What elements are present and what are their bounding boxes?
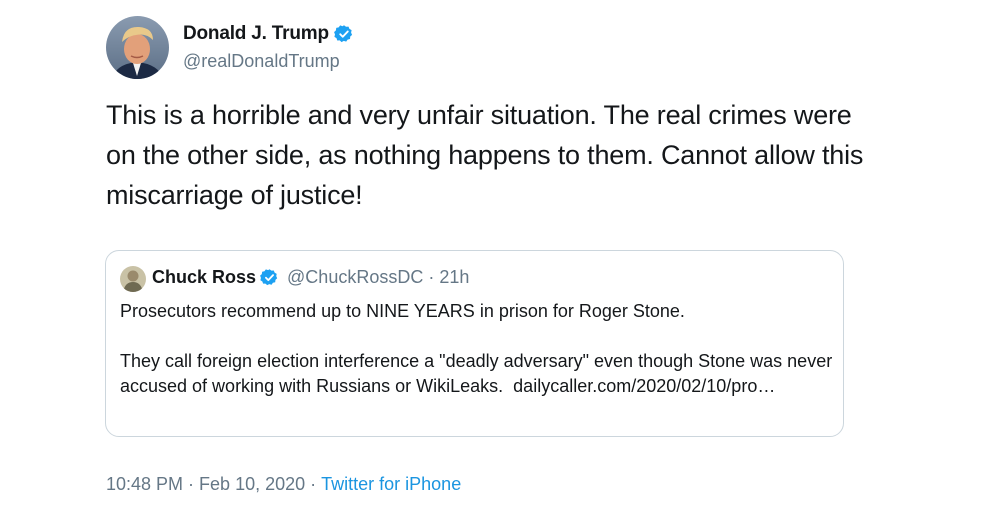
profile-photo-icon bbox=[120, 266, 146, 292]
quoted-link[interactable]: dailycaller.com/2020/02/10/pro… bbox=[513, 376, 775, 396]
verified-badge-icon bbox=[333, 25, 352, 43]
author-handle[interactable]: @realDonaldTrump bbox=[183, 51, 340, 72]
verified-badge-icon bbox=[260, 269, 278, 286]
quoted-paragraph-2: They call foreign election interference … bbox=[120, 349, 835, 399]
quoted-display-name[interactable]: Chuck Ross bbox=[152, 267, 256, 288]
meta-separator: · bbox=[310, 474, 317, 494]
quoted-paragraph-1: Prosecutors recommend up to NINE YEARS i… bbox=[120, 301, 685, 321]
author-display-name[interactable]: Donald J. Trump bbox=[183, 23, 329, 45]
profile-photo-icon bbox=[106, 16, 169, 79]
tweet-card: Donald J. Trump @realDonaldTrump This is… bbox=[0, 0, 1003, 518]
quoted-handle[interactable]: @ChuckRossDC bbox=[287, 267, 423, 288]
quoted-text: Prosecutors recommend up to NINE YEARS i… bbox=[120, 299, 835, 399]
tweet-source-link[interactable]: Twitter for iPhone bbox=[321, 474, 461, 494]
quoted-separator: · bbox=[428, 267, 435, 287]
quoted-header: Chuck Ross @ChuckRossDC · 21h bbox=[152, 267, 469, 288]
tweet-time[interactable]: 10:48 PM bbox=[106, 474, 183, 494]
meta-separator: · bbox=[188, 474, 195, 494]
author-avatar[interactable] bbox=[106, 16, 169, 79]
author-name-row[interactable]: Donald J. Trump bbox=[183, 23, 354, 45]
tweet-meta: 10:48 PM · Feb 10, 2020 · Twitter for iPhone bbox=[106, 474, 461, 495]
tweet-date[interactable]: Feb 10, 2020 bbox=[199, 474, 305, 494]
tweet-text: This is a horrible and very unfair situa… bbox=[106, 100, 864, 210]
quoted-author-avatar[interactable] bbox=[120, 266, 146, 292]
quoted-tweet[interactable]: Chuck Ross @ChuckRossDC · 21h Prosecutor… bbox=[105, 250, 844, 437]
quoted-timestamp[interactable]: 21h bbox=[439, 267, 469, 288]
